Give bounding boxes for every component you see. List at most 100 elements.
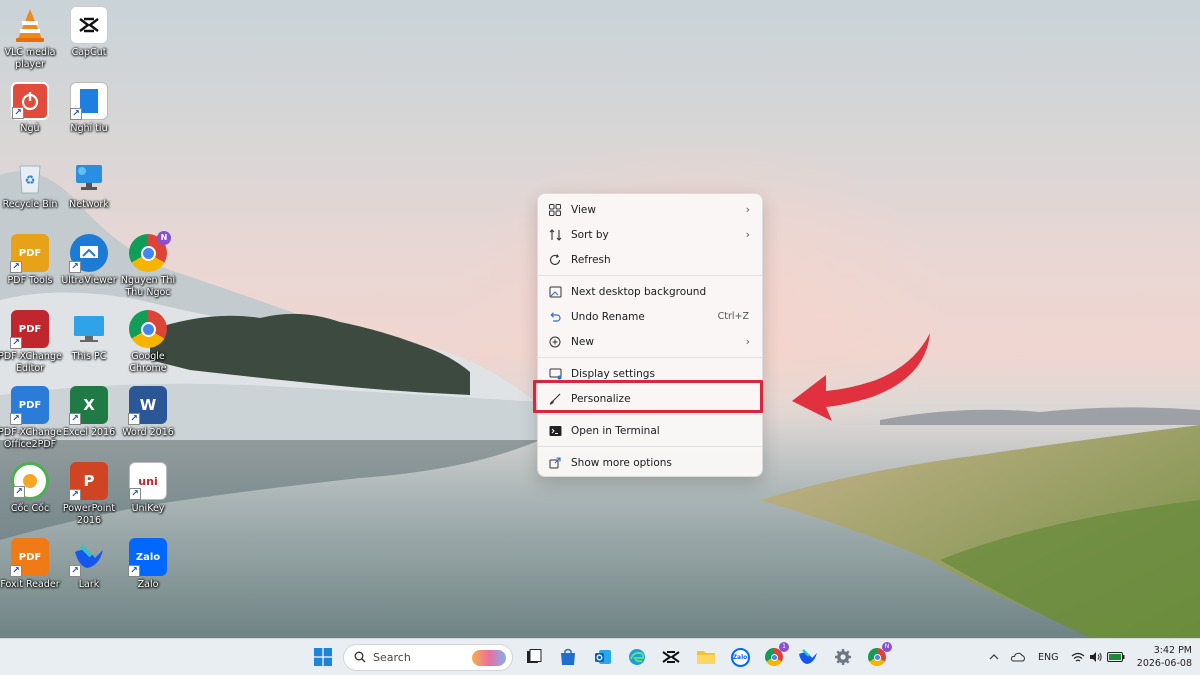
menu-item-label: Refresh [571,253,611,266]
terminal-icon [548,424,562,438]
desktop-icon-label: VLC media player [4,47,56,70]
chrome-taskbar-icon[interactable]: 1 [764,642,789,667]
display-icon [548,367,562,381]
chrome-profile-taskbar-icon[interactable]: N [867,642,892,667]
taskbar-clock[interactable]: 3:42 PM 2026-06-08 [1130,644,1192,670]
desktop-icon-label: Recycle Bin [2,199,58,210]
menu-item-next-desktop-background[interactable]: Next desktop background [538,279,762,304]
task-view-icon[interactable] [524,647,544,667]
menu-separator [538,357,762,358]
desktop-icon-coc-coc[interactable]: ↗ Cốc Cốc [0,462,62,515]
unikey-icon: uni ↗ [129,462,167,500]
desktop-icon-label: Word 2016 [122,427,174,438]
pdf-tools-icon: PDF ↗ [10,234,49,273]
external-icon [548,456,562,470]
desktop-icon-word[interactable]: W ↗ Word 2016 [116,386,180,439]
menu-item-label: Undo Rename [571,310,645,323]
windows-start-icon[interactable] [313,647,333,667]
menu-item-sort-by[interactable]: Sort by › [538,222,762,247]
sort-icon [548,228,562,242]
desktop-icon-label: Nghỉ tiu [70,123,108,134]
language-indicator[interactable]: ENG [1038,652,1058,663]
settings-icon[interactable] [833,647,853,667]
menu-item-new[interactable]: New › [538,329,762,354]
grid-icon [548,203,562,217]
chevron-right-icon: › [745,203,750,216]
plus-circle-icon [548,335,562,349]
coc-coc-icon: ↗ [11,462,49,500]
desktop-icon-pdf-tools[interactable]: PDF ↗ PDF Tools [0,234,62,287]
desktop-icon-label: CapCut [71,47,107,58]
menu-item-label: New [571,335,594,348]
desktop-icon-unikey[interactable]: uni ↗ UniKey [116,462,180,515]
desktop-icon-vlc[interactable]: VLC media player [0,6,62,71]
chrome-icon [129,310,167,348]
menu-item-undo-rename[interactable]: Undo Rename Ctrl+Z [538,304,762,329]
menu-item-label: Show more options [571,456,672,469]
menu-item-label: Sort by [571,228,609,241]
menu-separator [538,275,762,276]
menu-item-open-in-terminal[interactable]: Open in Terminal [538,418,762,443]
monitor-icon [70,310,108,348]
file-explorer-icon[interactable] [696,647,716,667]
zalo-taskbar-icon[interactable]: Zalo [730,647,750,667]
shortcut-text: Ctrl+Z [717,311,749,322]
recycle-bin-icon: ♻ [11,158,49,196]
zalo-icon: Zalo ↗ [128,538,167,577]
desktop-icon-sleep[interactable]: ↗ Ngủ [0,82,62,135]
menu-separator [538,414,762,415]
desktop-icon-lark[interactable]: ↗ Lark [57,538,121,591]
foxit-icon: PDF ↗ [10,538,49,577]
menu-item-refresh[interactable]: Refresh [538,247,762,272]
wifi-icon[interactable] [1068,647,1088,667]
menu-item-label: Next desktop background [571,285,707,298]
chevron-right-icon: › [745,228,750,241]
pdf-xchange-editor-icon: PDF ↗ [10,310,49,349]
search-highlight-icon [472,650,506,666]
desktop-icon-label: PDF-XChange Editor [0,351,62,374]
desktop-icon-foxit[interactable]: PDF ↗ Foxit Reader [0,538,62,591]
personalize-highlight-box [533,380,763,413]
desktop-icon-label: PDF-XChange Office2PDF [0,427,62,450]
desktop-icon-label: UniKey [131,503,165,514]
desktop-icon-powerpoint[interactable]: P ↗ PowerPoint 2016 [57,462,121,527]
desktop-icon-zalo[interactable]: Zalo ↗ Zalo [116,538,180,591]
menu-item-view[interactable]: View › [538,197,762,222]
capcut-taskbar-icon[interactable] [661,647,681,667]
network-icon [70,158,108,196]
desktop-icon-label: Foxit Reader [0,579,60,590]
desktop-icon-chrome-profile[interactable]: N Nguyen Thi Thu Ngoc [116,231,180,299]
lark-taskbar-icon[interactable] [798,647,818,667]
desktop-icon-recycle-bin[interactable]: ♻ Recycle Bin [0,158,62,211]
desktop-icon-label: PowerPoint 2016 [62,503,116,526]
office2pdf-icon: PDF ↗ [10,386,49,425]
desktop-icon-rest[interactable]: ↗ Nghỉ tiu [57,82,121,135]
desktop-icon-label: Cốc Cốc [10,503,50,514]
desktop-icon-google-chrome[interactable]: Google Chrome [116,310,180,375]
lark-icon: ↗ [69,538,108,577]
menu-separator [538,446,762,447]
desktop-icon-capcut[interactable]: CapCut [57,6,121,59]
desktop-icon-ultraviewer[interactable]: ↗ UltraViewer [57,234,121,287]
chevron-up-icon[interactable] [984,647,1004,667]
capcut-icon [70,6,108,44]
desktop-icon-label: Nguyen Thi Thu Ngoc [120,275,176,298]
menu-item-label: Display settings [571,367,655,380]
desktop-icon-network[interactable]: Network [57,158,121,211]
store-icon[interactable] [558,647,578,667]
taskbar-search-box[interactable]: Search [343,644,513,671]
battery-icon[interactable] [1106,647,1126,667]
chevron-right-icon: › [745,335,750,348]
desktop-icon-pdf-xchange-editor[interactable]: PDF ↗ PDF-XChange Editor [0,310,62,375]
desktop-icon-this-pc[interactable]: This PC [57,310,121,363]
edge-icon[interactable] [627,647,647,667]
menu-item-show-more-options[interactable]: Show more options [538,450,762,475]
svg-text:♻: ♻ [25,173,36,187]
desktop-icon-office2pdf[interactable]: PDF ↗ PDF-XChange Office2PDF [0,386,62,451]
outlook-icon[interactable] [593,647,613,667]
menu-item-label: View [571,203,596,216]
vlc-cone-icon [11,6,49,44]
desktop-icon-excel[interactable]: X ↗ Excel 2016 [57,386,121,439]
volume-icon[interactable] [1086,647,1106,667]
onedrive-icon[interactable] [1008,647,1028,667]
